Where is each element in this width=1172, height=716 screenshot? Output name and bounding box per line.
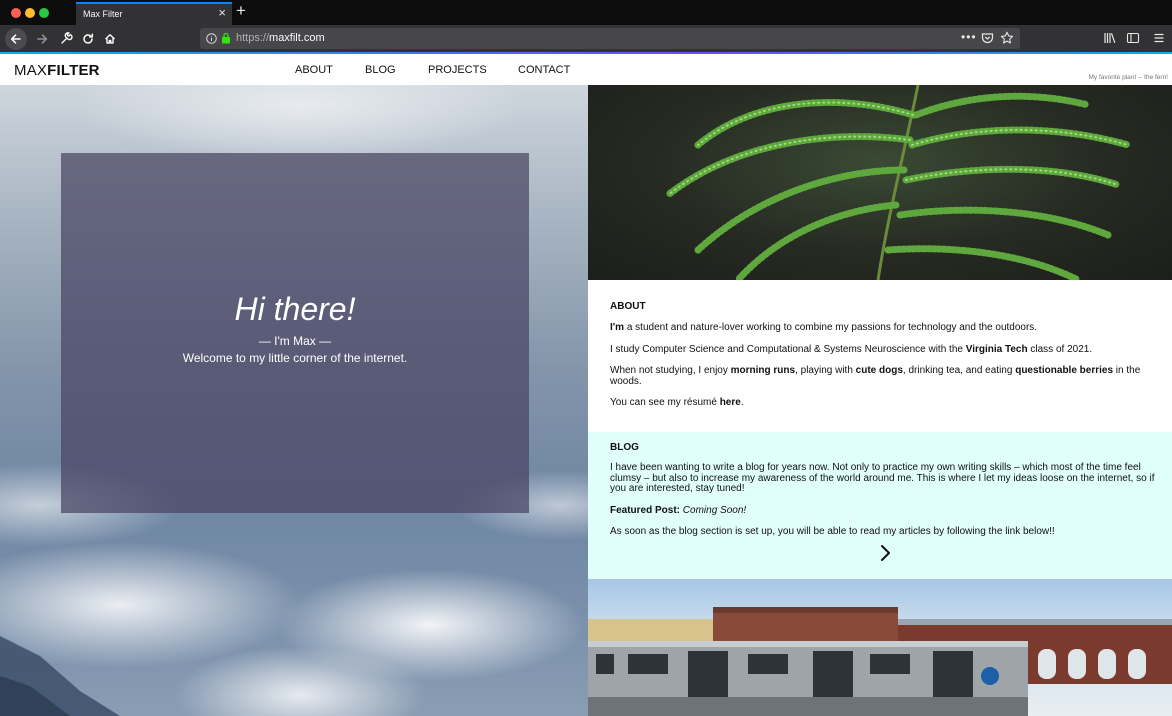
site-logo[interactable]: MAXFILTER	[14, 62, 100, 79]
pocket-icon[interactable]	[981, 32, 994, 44]
tab-close-icon[interactable]: ×	[218, 6, 226, 20]
about-paragraph-4: You can see my résumé here.	[610, 397, 1158, 409]
url-host: maxfilt.com	[269, 32, 325, 44]
tab-title: Max Filter	[83, 9, 123, 19]
web-page: MAXFILTER ABOUT BLOG PROJECTS CONTACT My…	[0, 54, 1172, 716]
about-paragraph-1: I'm a student and nature-lover working t…	[610, 322, 1158, 334]
nav-blog[interactable]: BLOG	[365, 64, 396, 76]
about-p3-b: morning runs	[730, 365, 796, 376]
blog-outro: As soon as the blog section is set up, y…	[610, 526, 1055, 537]
window-close-button[interactable]	[11, 8, 21, 18]
blog-heading: BLOG	[610, 442, 639, 453]
featured-value: Coming Soon!	[682, 504, 747, 516]
about-section: ABOUT I'm a student and nature-lover wor…	[588, 280, 1172, 432]
logo-light-text: MAX	[14, 62, 48, 79]
about-p2-end: class of 2021.	[1027, 343, 1093, 355]
chevron-right-icon[interactable]	[878, 543, 892, 563]
hero-title: Hi there!	[234, 291, 356, 327]
featured-label: Featured Post:	[610, 504, 681, 516]
nav-contact[interactable]: CONTACT	[518, 64, 570, 76]
browser-tab-strip: Max Filter × +	[0, 0, 1172, 25]
about-p3-f: questionable berries	[1015, 365, 1114, 376]
fern-image	[588, 85, 1172, 280]
about-paragraph-2: I study Computer Science and Computation…	[610, 343, 1158, 356]
star-icon[interactable]	[1000, 31, 1014, 45]
url-bar[interactable]: https://maxfilt.com •••	[200, 28, 1020, 49]
about-p4-end: .	[740, 397, 744, 408]
sidebar-icon[interactable]	[1126, 31, 1140, 45]
url-scheme: https://	[236, 32, 270, 44]
window-minimize-button[interactable]	[25, 8, 35, 18]
new-tab-button[interactable]: +	[236, 2, 246, 20]
featured-post: Featured Post: Coming Soon!	[610, 504, 1158, 517]
blog-intro: I have been wanting to write a blog for …	[610, 462, 1155, 494]
hero-overlay-box: Hi there! — I'm Max — Welcome to my litt…	[61, 153, 529, 513]
hamburger-menu-icon[interactable]	[1152, 31, 1166, 45]
about-paragraph-3: When not studying, I enjoy morning runs,…	[610, 365, 1158, 387]
reload-icon[interactable]	[77, 28, 99, 50]
page-actions-menu-icon[interactable]: •••	[961, 30, 977, 44]
fern-caption: My favorite plant -- the fern!	[1088, 74, 1168, 81]
about-p3-a: When not studying, I enjoy	[610, 365, 731, 376]
mountain-silhouette	[0, 636, 120, 716]
logo-bold-text: FILTER	[47, 62, 100, 79]
about-p2-bold: Virginia Tech	[965, 343, 1028, 355]
about-p1-bold: I'm	[610, 322, 625, 333]
browser-tab[interactable]: Max Filter ×	[76, 2, 232, 25]
about-p2-text: I study Computer Science and Computation…	[610, 343, 966, 355]
hero-subtitle: — I'm Max —	[258, 334, 332, 348]
window-zoom-button[interactable]	[39, 8, 49, 18]
home-icon[interactable]	[99, 28, 121, 50]
blog-section: BLOG I have been wanting to write a blog…	[588, 432, 1172, 579]
site-navbar: MAXFILTER ABOUT BLOG PROJECTS CONTACT My…	[0, 54, 1172, 85]
about-p4-text: You can see my résumé	[610, 397, 720, 408]
arrow-right-icon[interactable]	[31, 28, 53, 50]
wrench-icon[interactable]	[55, 28, 77, 50]
about-p1-text: a student and nature-lover working to co…	[624, 322, 1038, 333]
browser-toolbar: https://maxfilt.com •••	[0, 25, 1172, 52]
lock-icon[interactable]	[221, 32, 231, 44]
nav-projects[interactable]: PROJECTS	[428, 64, 487, 76]
about-heading: ABOUT	[610, 301, 646, 312]
url-text[interactable]: https://maxfilt.com	[236, 32, 325, 44]
library-icon[interactable]	[1103, 31, 1117, 45]
info-icon[interactable]	[206, 33, 217, 44]
subway-train-image	[588, 579, 1172, 716]
resume-link[interactable]: here	[720, 397, 741, 408]
hero-welcome-text: Welcome to my little corner of the inter…	[182, 351, 408, 365]
nav-about[interactable]: ABOUT	[295, 64, 333, 76]
arrow-left-icon[interactable]	[5, 28, 27, 50]
hero-clouds-image: Hi there! — I'm Max — Welcome to my litt…	[0, 85, 588, 716]
about-p3-d: cute dogs	[855, 365, 903, 376]
about-p3-c: , playing with	[795, 365, 856, 376]
about-p3-e: , drinking tea, and eating	[902, 365, 1016, 376]
